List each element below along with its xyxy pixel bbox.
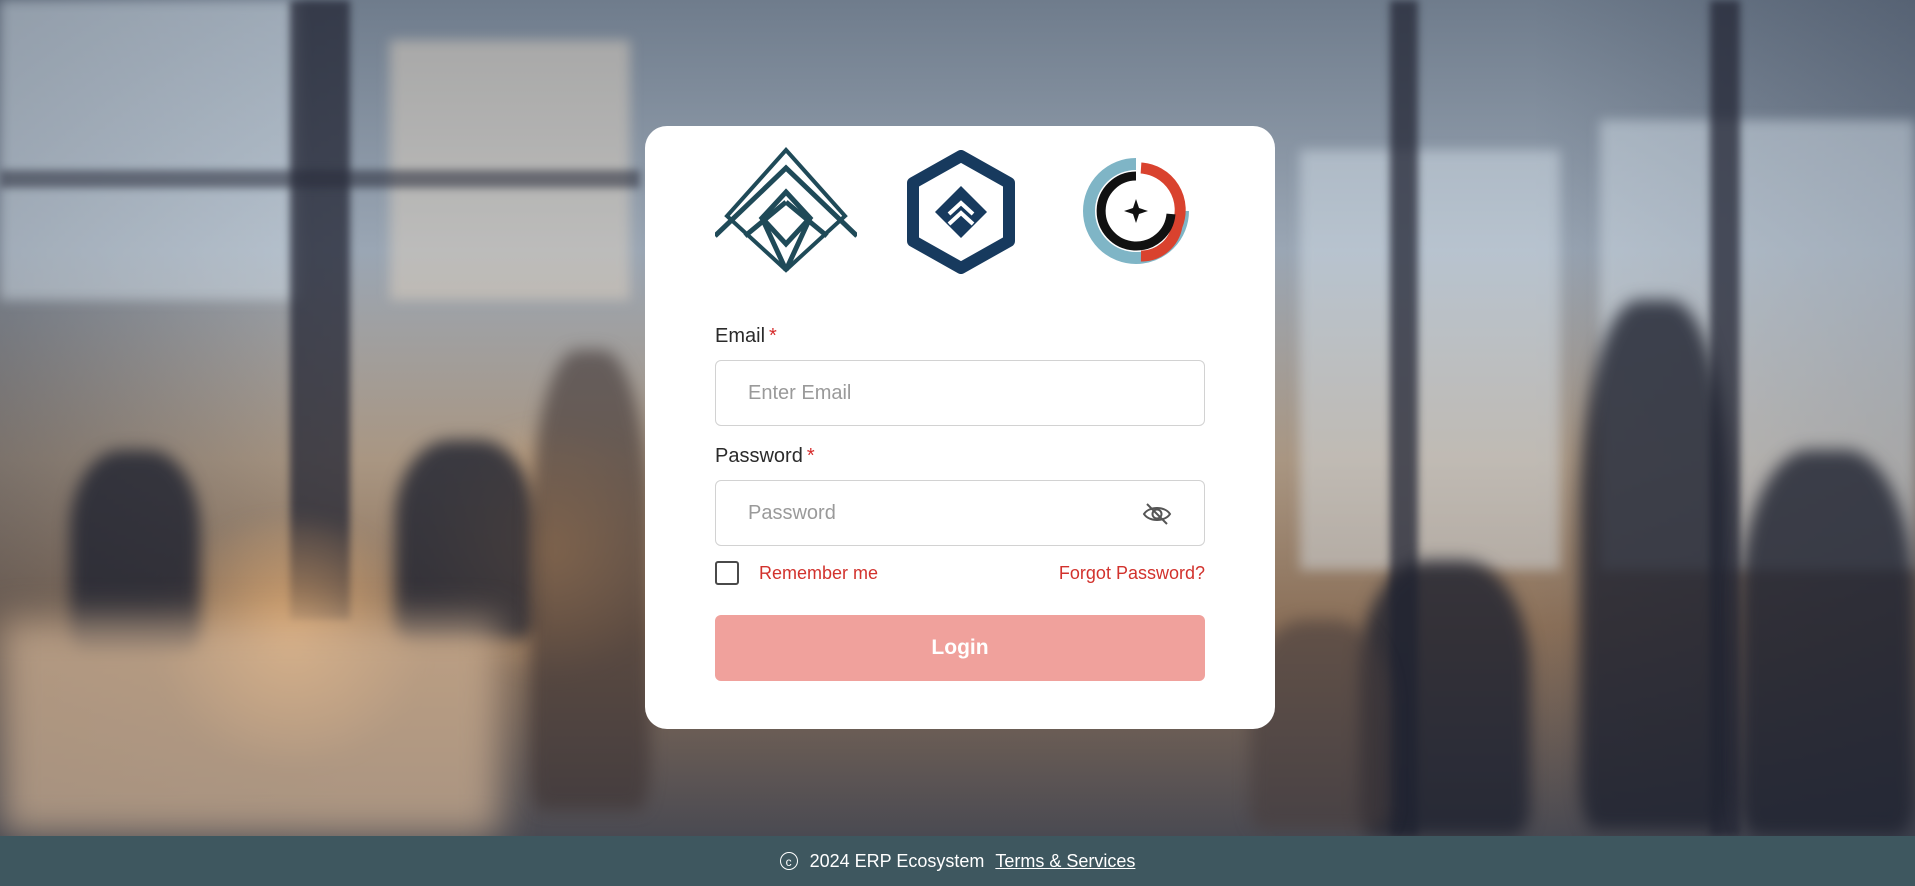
password-input[interactable] xyxy=(748,481,1128,545)
email-required-marker: * xyxy=(769,325,777,347)
password-required-marker: * xyxy=(806,445,815,467)
eye-slash-icon[interactable] xyxy=(1142,501,1172,527)
footer-copyright-text: 2024 ERP Ecosystem xyxy=(809,850,985,871)
terms-link[interactable]: Terms & Services xyxy=(995,851,1135,872)
copyright-icon: c xyxy=(779,852,798,870)
password-label: Password * xyxy=(715,445,815,467)
remember-me-checkbox[interactable] xyxy=(715,561,739,585)
hexagon-chevron-logo xyxy=(907,150,1015,274)
login-page: Email* Password* Remember me Forgot Pass… xyxy=(0,0,1915,886)
swirl-star-logo xyxy=(1083,158,1189,264)
password-field[interactable] xyxy=(715,480,1205,546)
email-label: Email * xyxy=(715,325,777,347)
email-field[interactable] xyxy=(715,360,1205,426)
diamond-lattice-logo xyxy=(715,146,857,273)
login-button[interactable]: Login xyxy=(715,615,1205,681)
partner-logos xyxy=(715,144,1205,274)
email-input[interactable] xyxy=(748,361,1128,425)
remember-me-label[interactable]: Remember me xyxy=(759,563,878,584)
forgot-password-link[interactable]: Forgot Password? xyxy=(1059,563,1205,584)
footer: c 2024 ERP Ecosystem Terms & Services xyxy=(0,836,1915,886)
login-card: Email* Password* Remember me Forgot Pass… xyxy=(645,126,1275,729)
